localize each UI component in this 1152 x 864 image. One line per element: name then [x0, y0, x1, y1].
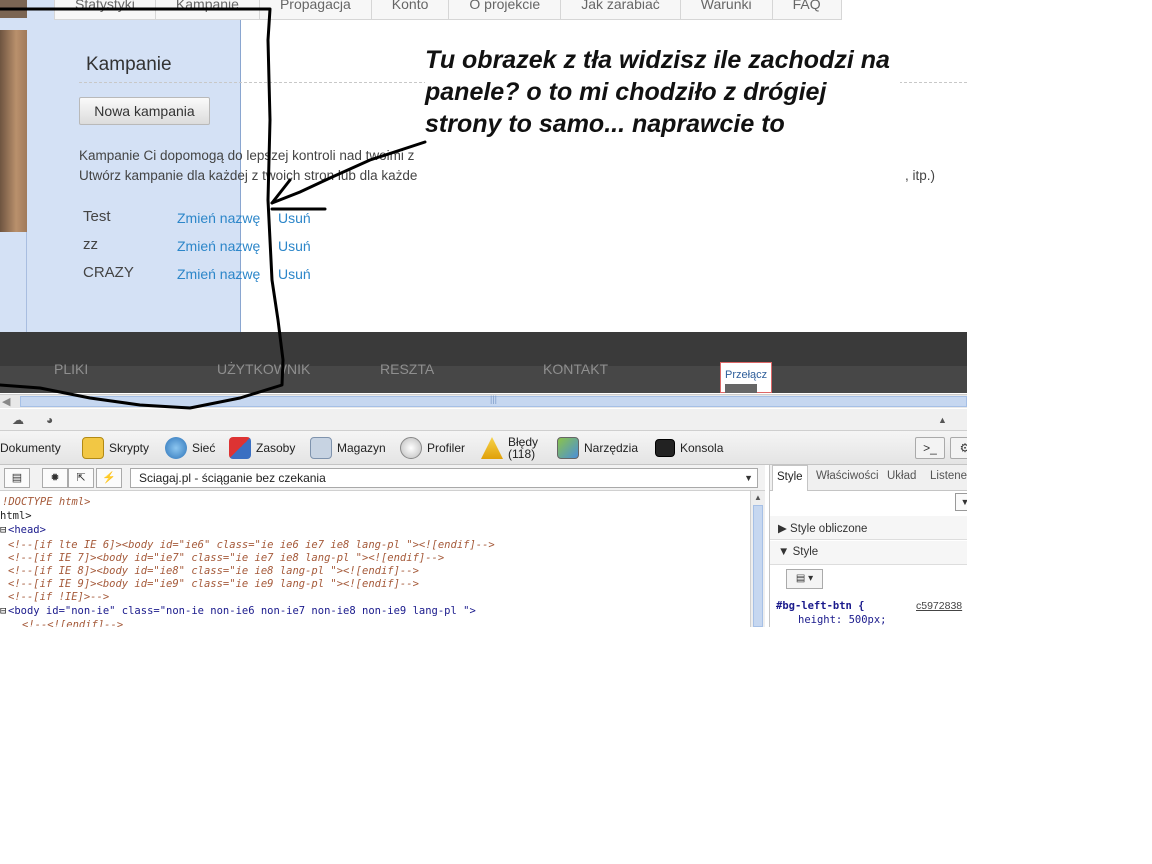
screenshot-viewport: Statystyki Kampanie Propagacja Konto O p… — [0, 0, 967, 627]
annotation-note: Tu obrazek z tła widzisz ile zachodzi na… — [425, 44, 900, 140]
